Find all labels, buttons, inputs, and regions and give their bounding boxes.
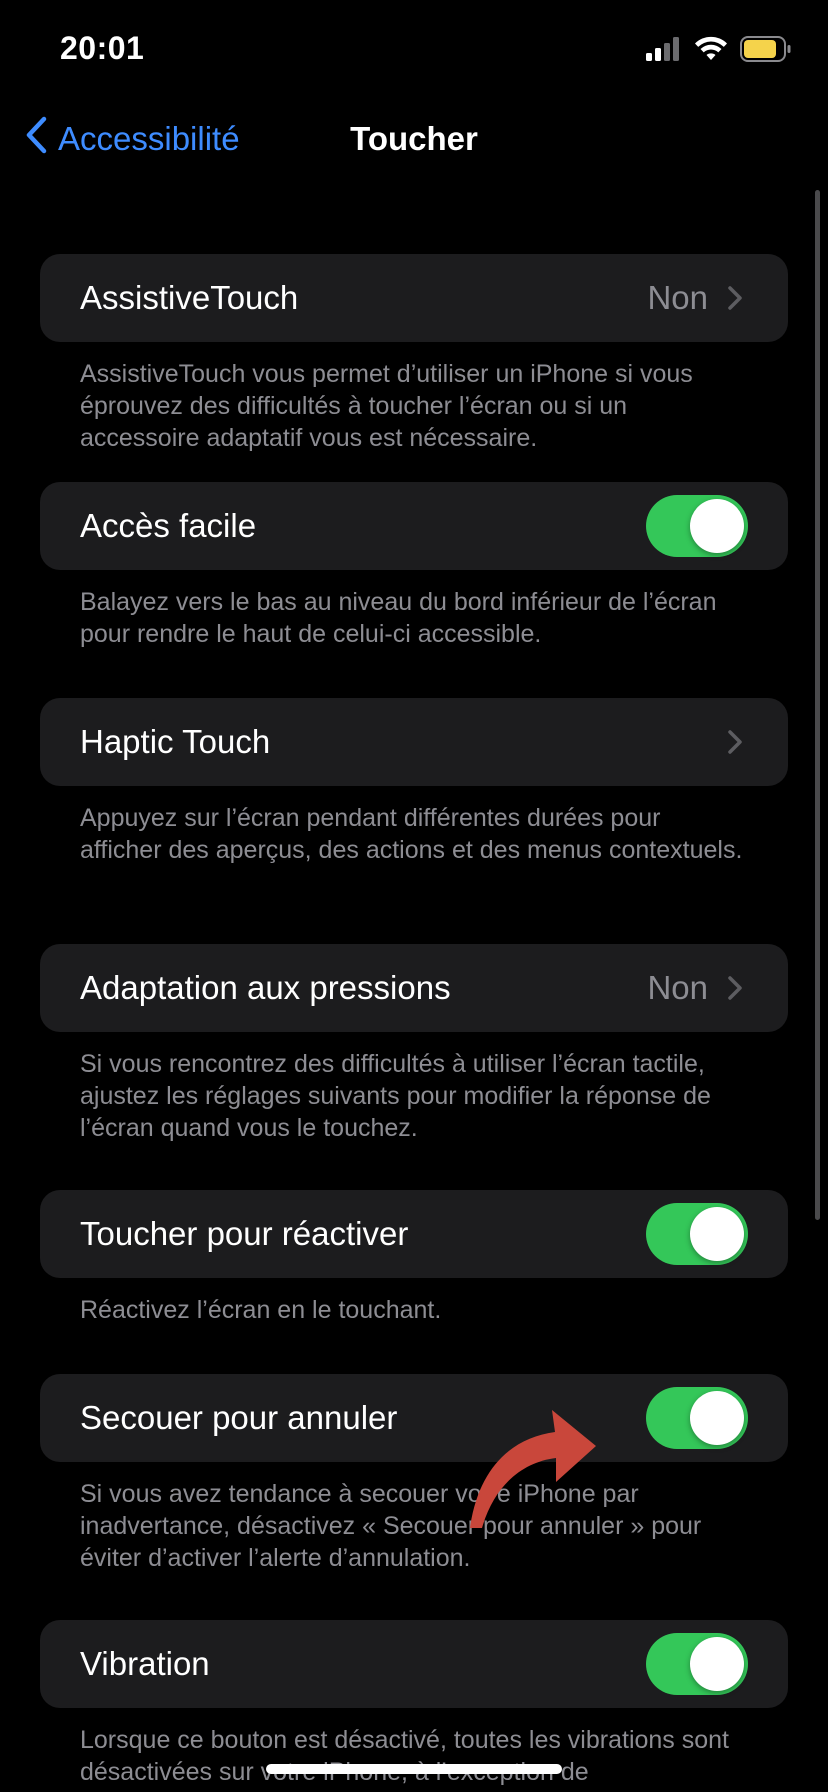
- home-indicator[interactable]: [266, 1764, 562, 1774]
- vibration-toggle[interactable]: [646, 1633, 748, 1695]
- secouer-annuler-cell: Secouer pour annuler: [40, 1374, 788, 1462]
- chevron-right-icon: [722, 729, 748, 755]
- back-button-label: Accessibilité: [58, 120, 240, 157]
- cell-value: Non: [647, 279, 708, 316]
- status-bar: 20:01: [0, 0, 828, 100]
- cell-label: Accès facile: [80, 507, 257, 544]
- toucher-reactiver-toggle[interactable]: [646, 1203, 748, 1265]
- settings-list: AssistiveTouch Non AssistiveTouch vous p…: [40, 254, 788, 1788]
- cell-label: Haptic Touch: [80, 723, 271, 760]
- section-toucher-reactiver: Toucher pour réactiver Réactivez l’écran…: [40, 1190, 788, 1374]
- haptic-touch-cell[interactable]: Haptic Touch: [40, 698, 788, 786]
- section-footer: Balayez vers le bas au niveau du bord in…: [80, 588, 717, 648]
- cell-label: AssistiveTouch: [80, 279, 299, 316]
- annotation-arrow-icon: [470, 1410, 596, 1528]
- section-footer: Lorsque ce bouton est désactivé, toutes …: [80, 1726, 729, 1786]
- section-vibration: Vibration Lorsque ce bouton est désactiv…: [40, 1620, 788, 1788]
- chevron-right-icon: [722, 285, 748, 311]
- status-icons: [646, 35, 792, 67]
- scrollbar[interactable]: [815, 190, 820, 1220]
- assistivetouch-cell[interactable]: AssistiveTouch Non: [40, 254, 788, 342]
- section-acces-facile: Accès facile Balayez vers le bas au nive…: [40, 482, 788, 698]
- cellular-signal-icon: [646, 36, 682, 66]
- section-footer: Appuyez sur l’écran pendant différentes …: [80, 804, 743, 864]
- cell-label: Vibration: [80, 1645, 210, 1682]
- status-time: 20:01: [60, 30, 145, 66]
- chevron-left-icon: [24, 116, 48, 162]
- chevron-right-icon: [722, 975, 748, 1001]
- section-footer: AssistiveTouch vous permet d’utiliser un…: [80, 360, 693, 452]
- toggle-knob: [690, 1391, 744, 1445]
- adaptation-pressions-cell[interactable]: Adaptation aux pressions Non: [40, 944, 788, 1032]
- acces-facile-cell: Accès facile: [40, 482, 788, 570]
- battery-icon: [740, 35, 792, 67]
- cell-label: Toucher pour réactiver: [80, 1215, 409, 1252]
- wifi-icon: [694, 36, 728, 67]
- secouer-annuler-toggle[interactable]: [646, 1387, 748, 1449]
- section-secouer-annuler: Secouer pour annuler Si vous avez tendan…: [40, 1374, 788, 1620]
- acces-facile-toggle[interactable]: [646, 495, 748, 557]
- section-assistivetouch: AssistiveTouch Non AssistiveTouch vous p…: [40, 254, 788, 482]
- section-adaptation-pressions: Adaptation aux pressions Non Si vous ren…: [40, 944, 788, 1190]
- toggle-knob: [690, 1637, 744, 1691]
- cell-value: Non: [647, 969, 708, 1006]
- navigation-bar: Toucher Accessibilité: [0, 110, 828, 170]
- toucher-reactiver-cell: Toucher pour réactiver: [40, 1190, 788, 1278]
- section-footer: Si vous avez tendance à secouer votre iP…: [80, 1480, 702, 1572]
- toggle-knob: [690, 1207, 744, 1261]
- cell-label: Adaptation aux pressions: [80, 969, 451, 1006]
- section-haptic-touch: Haptic Touch Appuyez sur l’écran pendant…: [40, 698, 788, 944]
- section-footer: Si vous rencontrez des difficultés à uti…: [80, 1050, 711, 1142]
- toggle-knob: [690, 499, 744, 553]
- back-button[interactable]: Accessibilité: [24, 116, 240, 162]
- vibration-cell: Vibration: [40, 1620, 788, 1708]
- section-footer: Réactivez l’écran en le touchant.: [80, 1296, 442, 1324]
